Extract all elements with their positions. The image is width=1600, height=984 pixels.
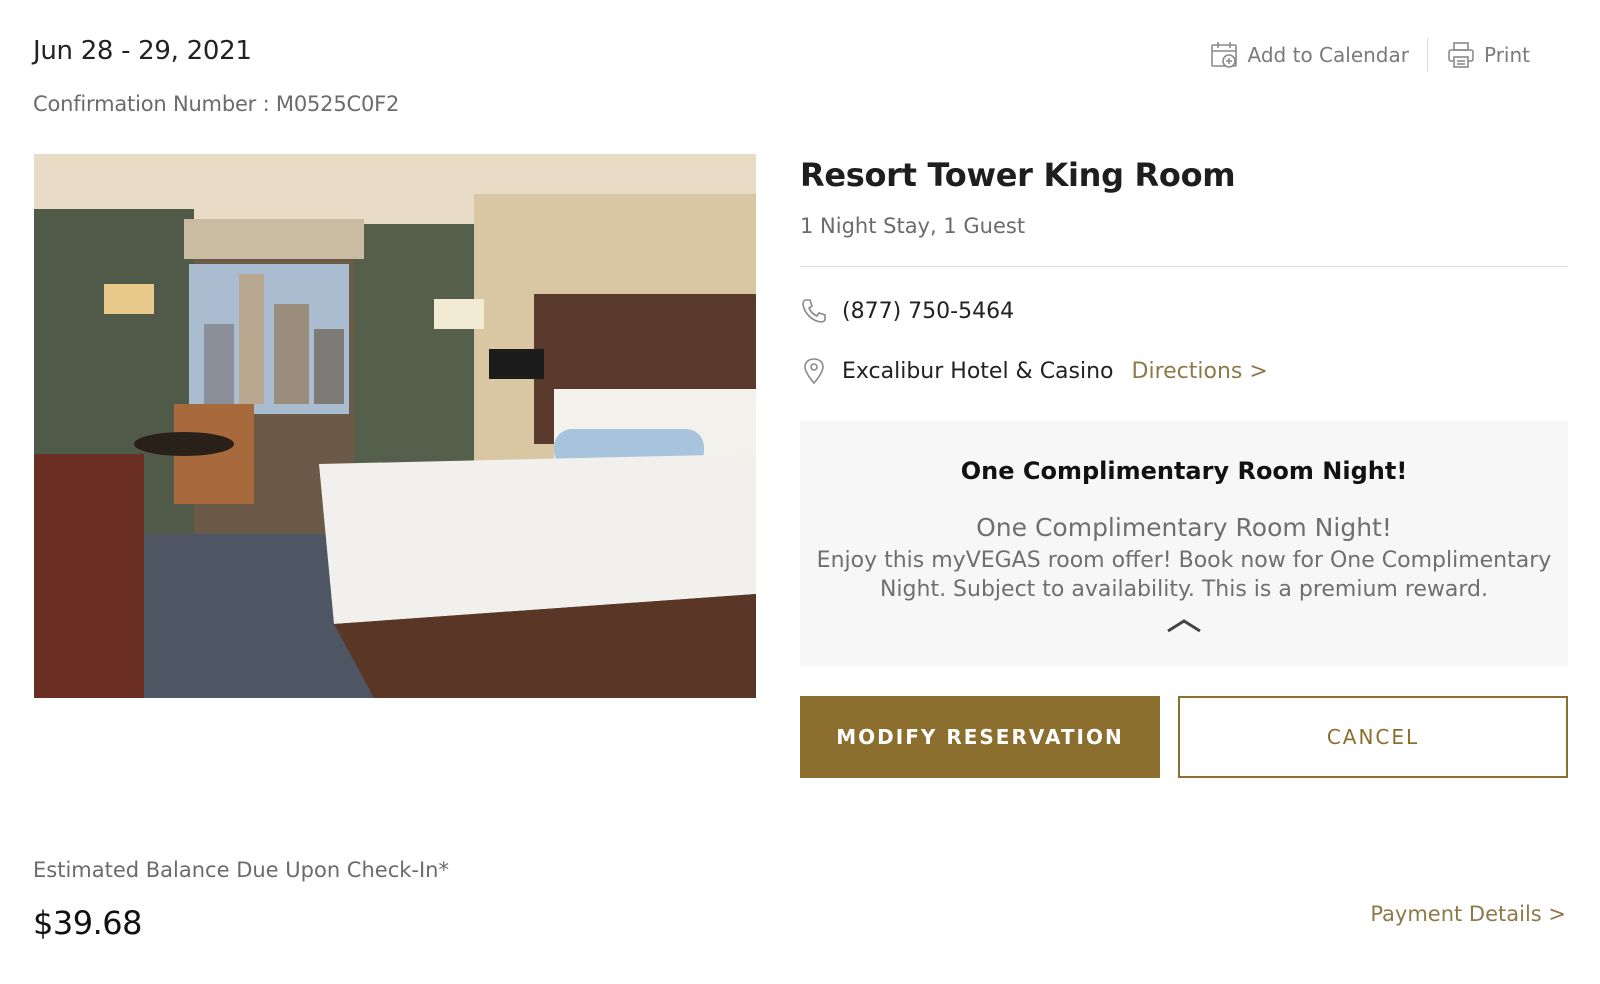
- calendar-add-icon: [1210, 42, 1237, 68]
- stay-summary: 1 Night Stay, 1 Guest: [800, 214, 1026, 238]
- map-pin-icon: [804, 358, 824, 385]
- print-label: Print: [1483, 43, 1530, 67]
- room-photo-illustration: [34, 154, 756, 698]
- confirmation-number: Confirmation Number : M0525C0F2: [33, 92, 400, 116]
- collapse-offer-button[interactable]: [1164, 614, 1204, 640]
- reservation-details: Resort Tower King Room 1 Night Stay, 1 G…: [800, 150, 1568, 778]
- add-to-calendar-label: Add to Calendar: [1247, 43, 1409, 67]
- location-row: Excalibur Hotel & Casino Directions >: [800, 357, 1568, 385]
- hotel-name: Excalibur Hotel & Casino: [842, 358, 1114, 384]
- payment-details-link[interactable]: Payment Details >: [1370, 902, 1566, 926]
- printer-icon: [1448, 42, 1474, 68]
- offer-title: One Complimentary Room Night!: [960, 457, 1408, 485]
- add-to-calendar-button[interactable]: Add to Calendar: [1210, 40, 1409, 70]
- room-title: Resort Tower King Room: [800, 156, 1236, 194]
- directions-link[interactable]: Directions >: [1132, 359, 1268, 384]
- divider: [800, 266, 1568, 267]
- action-divider: [1426, 38, 1428, 72]
- cancel-button[interactable]: CANCEL: [1178, 696, 1568, 778]
- reservation-dates: Jun 28 - 29, 2021: [33, 36, 252, 66]
- action-buttons: MODIFY RESERVATION CANCEL: [800, 696, 1568, 778]
- offer-description: Enjoy this myVEGAS room offer! Book now …: [816, 548, 1552, 602]
- room-photo: [34, 154, 756, 698]
- phone-number[interactable]: (877) 750-5464: [842, 299, 1014, 324]
- phone-row: (877) 750-5464: [800, 297, 1568, 325]
- offer-subtitle: One Complimentary Room Night!: [976, 513, 1392, 542]
- modify-reservation-button[interactable]: MODIFY RESERVATION: [800, 696, 1160, 778]
- balance-amount: $39.68: [33, 904, 142, 942]
- top-actions: Add to Calendar Print: [1210, 38, 1530, 72]
- balance-label: Estimated Balance Due Upon Check-In*: [33, 858, 449, 882]
- offer-panel: One Complimentary Room Night! One Compli…: [800, 421, 1568, 666]
- chevron-up-icon: [1167, 619, 1201, 633]
- phone-icon: [802, 299, 826, 323]
- print-button[interactable]: Print: [1446, 40, 1530, 70]
